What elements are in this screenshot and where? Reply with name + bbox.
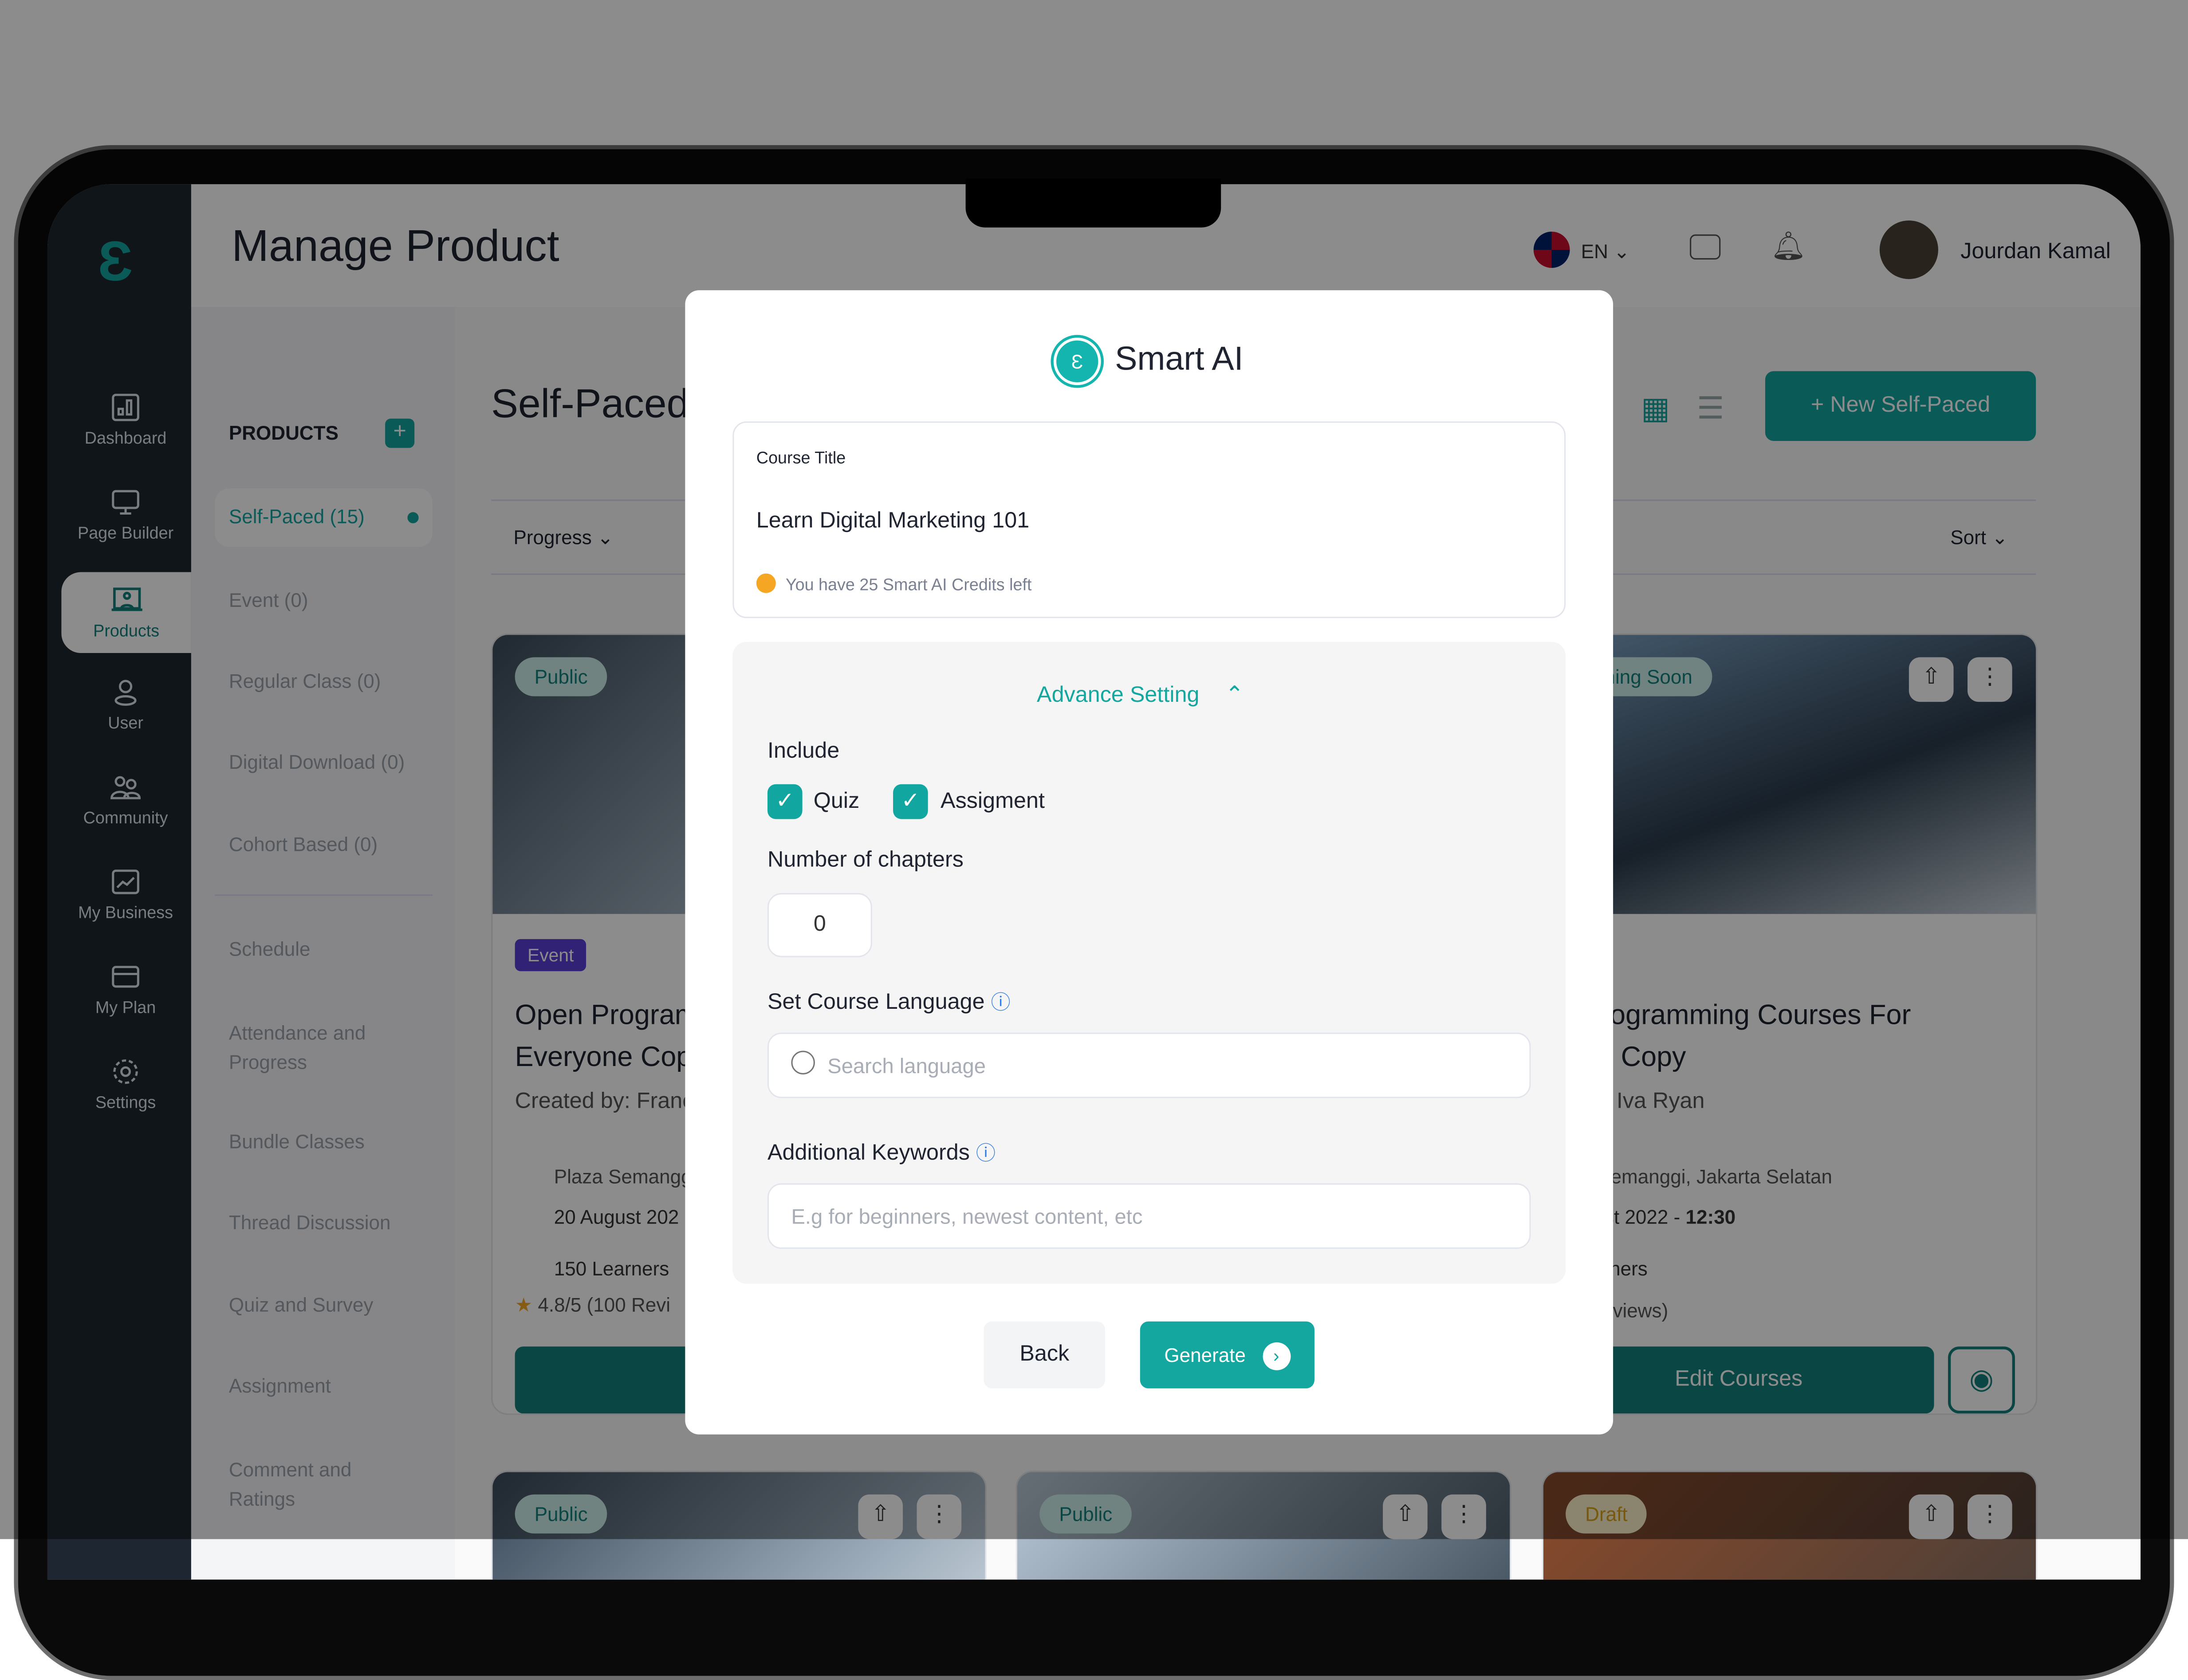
search-icon — [791, 1050, 815, 1074]
keywords-label: Additional Keywords ⓘ — [767, 1141, 996, 1165]
assignment-checkbox[interactable]: ✓ — [893, 784, 928, 819]
chevron-right-icon: › — [1262, 1342, 1291, 1370]
chapters-label: Number of chapters — [767, 848, 964, 872]
quiz-checkbox[interactable]: ✓ — [767, 784, 803, 819]
back-button[interactable]: Back — [984, 1321, 1106, 1389]
advance-setting-toggle[interactable]: Advance Setting ⌃ — [1037, 681, 1244, 709]
language-placeholder: Search language — [827, 1054, 986, 1079]
language-search-input[interactable]: Search language — [767, 1032, 1531, 1098]
modal-title: Smart AI — [1115, 340, 1244, 378]
info-icon[interactable]: ⓘ — [991, 991, 1011, 1013]
smart-ai-logo-icon: Ɛ — [1053, 338, 1101, 386]
course-title-value[interactable]: Learn Digital Marketing 101 — [756, 509, 1029, 535]
keywords-placeholder: E.g for beginners, newest content, etc — [791, 1205, 1143, 1230]
advance-setting-panel: Advance Setting ⌃ Include ✓ Quiz ✓ Assig… — [732, 641, 1566, 1284]
course-title-label: Course Title — [756, 448, 846, 468]
chevron-up-icon: ⌃ — [1225, 684, 1244, 708]
credits-text: You have 25 Smart AI Credits left — [785, 574, 1032, 594]
language-label: Set Course Language ⓘ — [767, 991, 1011, 1015]
course-title-field[interactable]: Course Title Learn Digital Marketing 101… — [732, 421, 1566, 618]
assignment-label: Assigment — [940, 790, 1045, 814]
generate-button[interactable]: Generate › — [1140, 1321, 1314, 1389]
info-icon[interactable]: ⓘ — [976, 1141, 996, 1164]
include-label: Include — [767, 740, 840, 763]
crown-icon — [756, 573, 776, 593]
quiz-label: Quiz — [813, 790, 860, 814]
smart-ai-modal: Ɛ Smart AI Course Title Learn Digital Ma… — [685, 290, 1613, 1435]
keywords-input[interactable]: E.g for beginners, newest content, etc — [767, 1183, 1531, 1249]
chapters-input[interactable]: 0 — [767, 893, 872, 957]
